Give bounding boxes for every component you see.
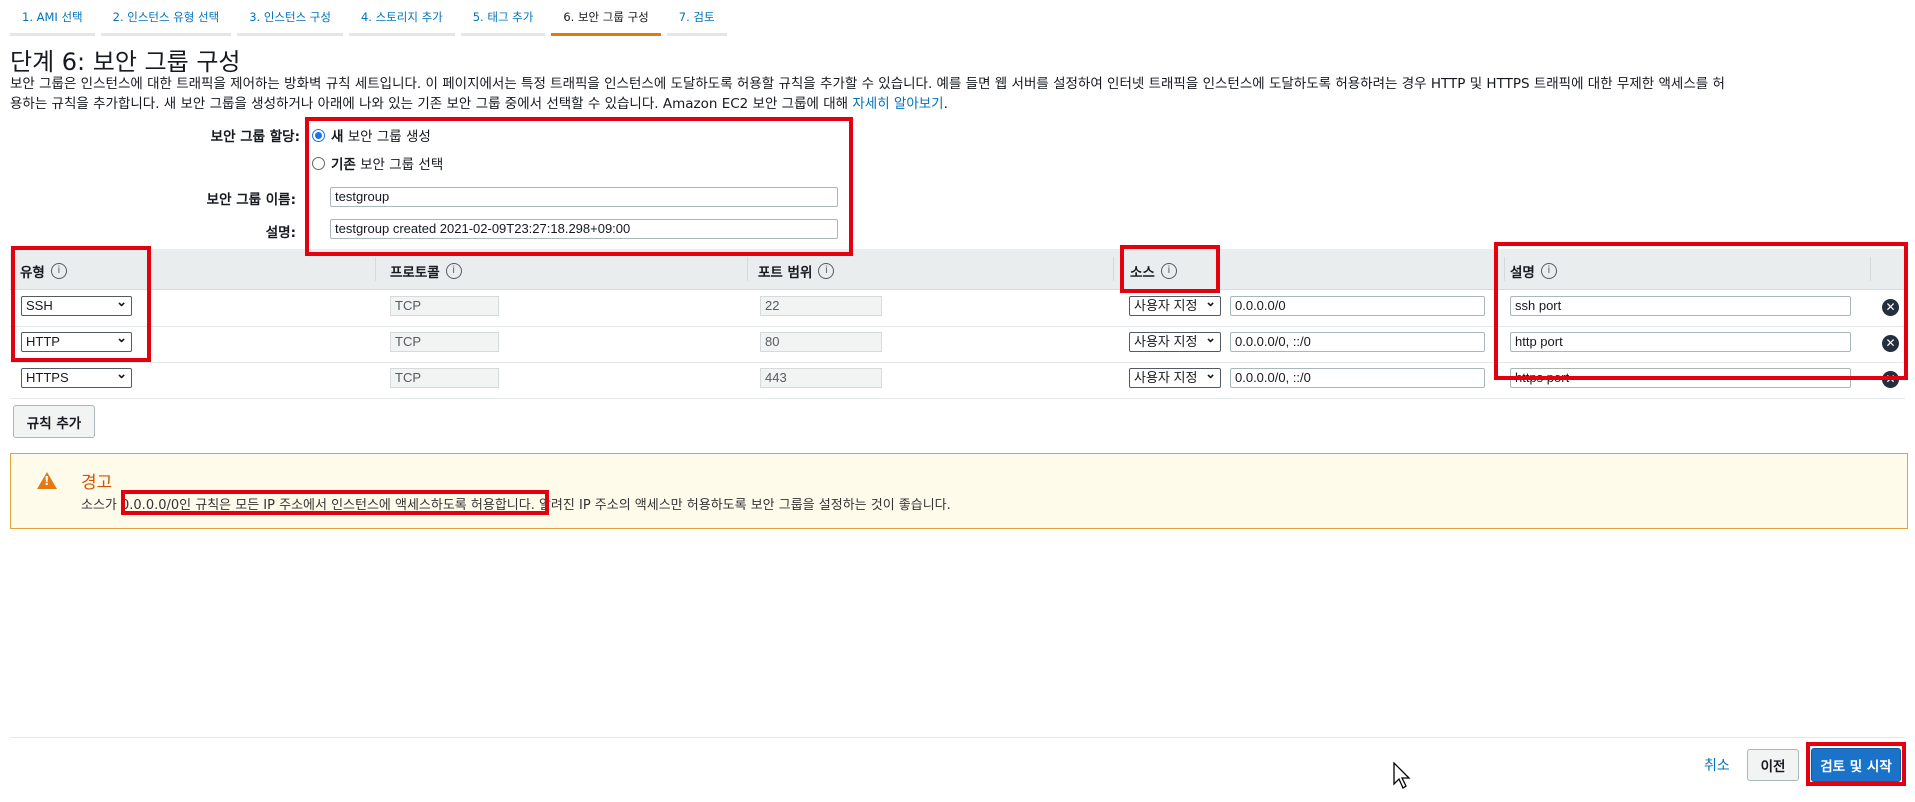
group-desc-label: 설명: — [265, 225, 296, 241]
port-field: 80 — [760, 332, 882, 352]
group-name-label: 보안 그룹 이름: — [206, 192, 296, 208]
cancel-link[interactable]: 취소 — [1704, 755, 1730, 775]
source-mode-select[interactable]: 사용자 지정 — [1129, 296, 1221, 316]
source-mode-select[interactable]: 사용자 지정 — [1129, 368, 1221, 388]
protocol-field: TCP — [390, 332, 499, 352]
header-source-label: 소스 — [1130, 265, 1155, 281]
source-input[interactable]: 0.0.0.0/0, ::/0 — [1230, 332, 1485, 352]
header-protocol: 프로토콜 i — [390, 261, 462, 281]
header-port: 포트 범위 i — [758, 261, 835, 281]
tab-instance-config[interactable]: 3. 인스턴스 구성 — [237, 0, 343, 36]
wizard-tabs: 1. AMI 선택 2. 인스턴스 유형 선택 3. 인스턴스 구성 4. 스토… — [10, 0, 727, 36]
tab-storage[interactable]: 4. 스토리지 추가 — [348, 0, 455, 36]
learn-more-link[interactable]: 자세히 알아보기 — [852, 96, 943, 112]
header-divider — [747, 257, 748, 281]
remove-rule-icon[interactable]: ✕ — [1882, 299, 1899, 316]
table-row: HTTP TCP 80 사용자 지정 0.0.0.0/0, ::/0 http … — [10, 326, 1905, 363]
remove-rule-icon[interactable]: ✕ — [1882, 371, 1899, 388]
warning-alert: ! 경고 소스가 0.0.0.0/0인 규칙은 모든 IP 주소에서 인스턴스에… — [10, 453, 1908, 529]
header-port-label: 포트 범위 — [758, 265, 813, 281]
page-title: 단계 6: 보안 그룹 구성 — [10, 48, 241, 76]
warning-text: 소스가 0.0.0.0/0인 규칙은 모든 IP 주소에서 인스턴스에 액세스하… — [81, 498, 951, 513]
header-divider — [1113, 257, 1114, 281]
source-input[interactable]: 0.0.0.0/0 — [1230, 296, 1485, 316]
intro-text-2: 용하는 규칙을 추가합니다. 새 보안 그룹을 생성하거나 아래에 나와 있는 … — [10, 96, 853, 112]
type-select[interactable]: SSH — [21, 293, 132, 316]
header-type: 유형 i — [20, 261, 67, 281]
tab-security-group[interactable]: 6. 보안 그룹 구성 — [551, 0, 661, 36]
tab-review[interactable]: 7. 검토 — [666, 0, 727, 36]
protocol-field: TCP — [390, 296, 499, 316]
table-row: SSH TCP 22 사용자 지정 0.0.0.0/0 ssh port ✕ — [10, 290, 1905, 327]
warning-triangle-icon: ! — [37, 472, 57, 489]
assignment-label: 보안 그룹 할당: — [210, 129, 300, 145]
radio-existing-indicator[interactable] — [312, 156, 325, 170]
port-field: 22 — [760, 296, 882, 316]
info-icon[interactable]: i — [50, 263, 67, 279]
rules-table-header: 유형 i 프로토콜 i 포트 범위 i 소스 i 설명 i — [10, 249, 1905, 290]
header-divider — [1870, 257, 1871, 281]
radio-new-label: 보안 그룹 생성 — [343, 129, 431, 145]
header-divider — [1504, 257, 1505, 281]
header-description: 설명 i — [1510, 261, 1557, 281]
header-protocol-label: 프로토콜 — [390, 265, 440, 281]
review-and-launch-button[interactable]: 검토 및 시작 — [1811, 748, 1901, 782]
info-icon[interactable]: i — [1540, 263, 1557, 279]
remove-rule-icon[interactable]: ✕ — [1882, 335, 1899, 352]
radio-new-bold: 새 — [331, 129, 344, 145]
type-select[interactable]: HTTP — [21, 329, 132, 352]
source-input[interactable]: 0.0.0.0/0, ::/0 — [1230, 368, 1485, 388]
group-name-input[interactable]: testgroup — [330, 187, 838, 207]
radio-existing-label: 보안 그룹 선택 — [355, 157, 444, 173]
radio-existing-bold: 기존 — [331, 157, 356, 173]
source-mode-select[interactable]: 사용자 지정 — [1129, 332, 1221, 352]
radio-new-group[interactable]: 새 보안 그룹 생성 — [312, 125, 431, 145]
header-divider — [375, 257, 376, 281]
header-description-label: 설명 — [1510, 265, 1535, 281]
port-field: 443 — [760, 368, 882, 388]
intro-line-2: 용하는 규칙을 추가합니다. 새 보안 그룹을 생성하거나 아래에 나와 있는 … — [10, 94, 1900, 114]
page-intro: 보안 그룹은 인스턴스에 대한 트래픽을 제어하는 방화벽 규칙 세트입니다. … — [10, 74, 1900, 114]
previous-button[interactable]: 이전 — [1747, 749, 1799, 781]
tab-instance-type[interactable]: 2. 인스턴스 유형 선택 — [100, 0, 232, 36]
intro-end: . — [943, 96, 948, 112]
mouse-cursor-icon — [1393, 762, 1411, 789]
header-type-label: 유형 — [20, 265, 45, 281]
group-desc-input[interactable]: testgroup created 2021-02-09T23:27:18.29… — [330, 219, 838, 239]
radio-new-indicator[interactable] — [312, 128, 325, 142]
header-source: 소스 i — [1130, 261, 1177, 281]
warning-title: 경고 — [81, 473, 113, 493]
info-icon[interactable]: i — [1160, 263, 1177, 279]
description-input[interactable]: http port — [1510, 332, 1851, 352]
footer-divider — [10, 737, 1905, 738]
tab-ami[interactable]: 1. AMI 선택 — [10, 0, 95, 36]
radio-existing-group[interactable]: 기존 보안 그룹 선택 — [312, 153, 443, 173]
description-input[interactable]: ssh port — [1510, 296, 1851, 316]
tab-tags[interactable]: 5. 태그 추가 — [460, 0, 546, 36]
info-icon[interactable]: i — [818, 263, 835, 279]
protocol-field: TCP — [390, 368, 499, 388]
description-input[interactable]: https port — [1510, 368, 1851, 388]
table-row: HTTPS TCP 443 사용자 지정 0.0.0.0/0, ::/0 htt… — [10, 362, 1905, 399]
intro-line-1: 보안 그룹은 인스턴스에 대한 트래픽을 제어하는 방화벽 규칙 세트입니다. … — [10, 76, 1725, 92]
add-rule-button[interactable]: 규칙 추가 — [13, 405, 95, 438]
type-select[interactable]: HTTPS — [21, 365, 132, 388]
info-icon[interactable]: i — [445, 263, 462, 279]
